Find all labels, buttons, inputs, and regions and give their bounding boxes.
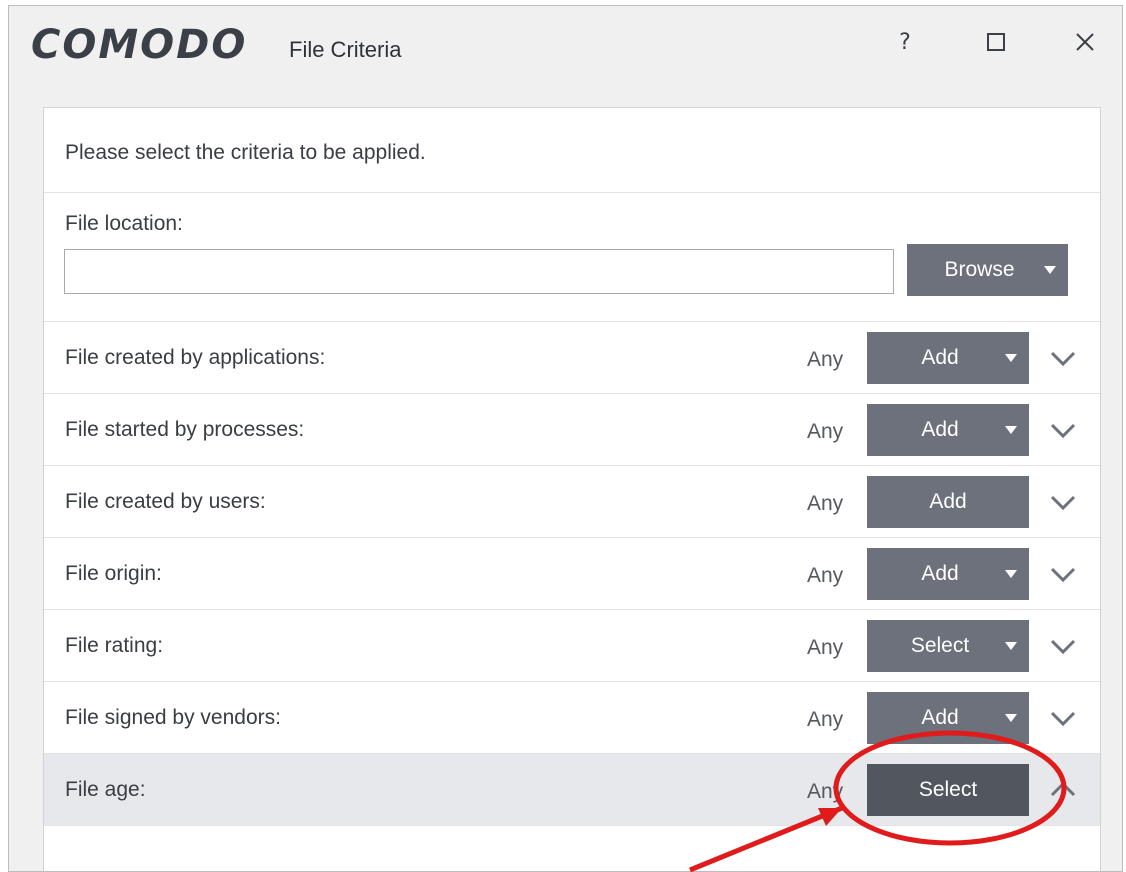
- add-button[interactable]: Add: [867, 476, 1029, 528]
- criteria-value: Any: [807, 564, 844, 587]
- criteria-row[interactable]: File created by users: Any Add: [44, 466, 1100, 538]
- chevron-down-icon[interactable]: [1049, 632, 1077, 660]
- close-icon: [1076, 33, 1094, 51]
- chevron-down-icon[interactable]: [1049, 488, 1077, 516]
- dropdown-arrow-icon: [1005, 642, 1017, 650]
- help-button[interactable]: ?: [883, 20, 927, 64]
- criteria-label: File created by users:: [65, 490, 266, 513]
- maximize-button[interactable]: [974, 20, 1018, 64]
- chevron-down-icon[interactable]: [1049, 344, 1077, 372]
- select-button[interactable]: Select: [867, 764, 1029, 816]
- chevron-down-icon[interactable]: [1049, 560, 1077, 588]
- button-label: Add: [929, 490, 967, 513]
- criteria-value: Any: [807, 780, 844, 803]
- add-button[interactable]: Add: [867, 548, 1029, 600]
- button-label: Add: [921, 346, 959, 369]
- criteria-value: Any: [807, 636, 844, 659]
- criteria-value: Any: [807, 492, 844, 515]
- help-icon: ?: [899, 29, 911, 55]
- add-button[interactable]: Add: [867, 692, 1029, 744]
- close-button[interactable]: [1063, 20, 1107, 64]
- comodo-logo: COMODO: [31, 22, 248, 68]
- instruction-row: Please select the criteria to be applied…: [44, 108, 1100, 193]
- chevron-down-icon[interactable]: [1049, 704, 1077, 732]
- browse-label: Browse: [944, 258, 1015, 281]
- criteria-row[interactable]: File signed by vendors: Any Add: [44, 682, 1100, 754]
- title-bar[interactable]: COMODO File Criteria ?: [9, 6, 1122, 91]
- maximize-icon: [987, 33, 1005, 51]
- criteria-row[interactable]: File started by processes: Any Add: [44, 394, 1100, 466]
- dialog-title: File Criteria: [289, 37, 402, 62]
- criteria-label: File origin:: [65, 562, 162, 585]
- criteria-panel: Please select the criteria to be applied…: [43, 107, 1101, 871]
- criteria-label: File age:: [65, 778, 146, 801]
- dropdown-arrow-icon: [1005, 354, 1017, 362]
- criteria-row[interactable]: File rating: Any Select: [44, 610, 1100, 682]
- criteria-label: File created by applications:: [65, 346, 326, 369]
- criteria-label: File rating:: [65, 634, 164, 657]
- criteria-label: File started by processes:: [65, 418, 305, 441]
- file-location-input[interactable]: [64, 249, 894, 294]
- button-label: Select: [910, 634, 970, 657]
- file-location-label: File location:: [65, 212, 183, 235]
- button-label: Add: [921, 418, 959, 441]
- dropdown-arrow-icon: [1005, 426, 1017, 434]
- browse-button[interactable]: Browse: [907, 244, 1068, 296]
- dropdown-arrow-icon: [1005, 570, 1017, 578]
- criteria-value: Any: [807, 348, 844, 371]
- criteria-row[interactable]: File age: Any Select: [44, 754, 1100, 826]
- add-button[interactable]: Add: [867, 332, 1029, 384]
- button-label: Select: [918, 778, 978, 801]
- select-button[interactable]: Select: [867, 620, 1029, 672]
- instruction-text: Please select the criteria to be applied…: [65, 141, 426, 164]
- add-button[interactable]: Add: [867, 404, 1029, 456]
- dropdown-arrow-icon: [1005, 714, 1017, 722]
- chevron-down-icon[interactable]: [1049, 416, 1077, 444]
- criteria-row[interactable]: File created by applications: Any Add: [44, 322, 1100, 394]
- file-criteria-dialog: COMODO File Criteria ? Please select the…: [8, 5, 1123, 872]
- criteria-label: File signed by vendors:: [65, 706, 281, 729]
- criteria-row[interactable]: File origin: Any Add: [44, 538, 1100, 610]
- criteria-value: Any: [807, 420, 844, 443]
- criteria-value: Any: [807, 708, 844, 731]
- button-label: Add: [921, 706, 959, 729]
- chevron-up-icon[interactable]: [1049, 776, 1077, 804]
- dropdown-arrow-icon: [1044, 266, 1056, 274]
- button-label: Add: [921, 562, 959, 585]
